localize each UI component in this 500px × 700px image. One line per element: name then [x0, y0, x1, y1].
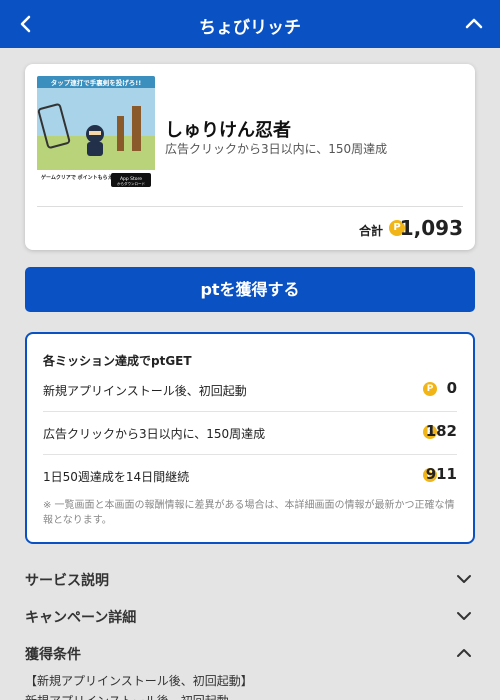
missions-panel: 各ミッション達成でptGET 新規アプリインストール後、初回起動 P 0 広告ク… [25, 332, 475, 544]
condition-heading: 【新規アプリインストール後、初回起動】 [25, 674, 253, 688]
get-points-button[interactable]: ptを獲得する [25, 267, 475, 312]
page-title: ちょびリッチ [199, 18, 301, 38]
app-header: ちょびリッチ [0, 0, 500, 48]
mission-row: 広告クリックから3日以内に、150周達成 P 182 [43, 413, 457, 455]
mission-label: 新規アプリインストール後、初回起動 [43, 384, 247, 398]
condition-text: 新規アプリインストール後、初回起動 [25, 692, 229, 700]
mission-label: 1日50週達成を14日間継続 [43, 470, 190, 484]
point-coin-icon: P [423, 382, 437, 396]
chevron-down-icon [457, 612, 471, 620]
chevron-up-icon [457, 649, 471, 657]
total-points: 1,093 [399, 216, 463, 240]
accordion-service-description[interactable]: サービス説明 [25, 567, 475, 591]
mission-row: 新規アプリインストール後、初回起動 P 0 [43, 370, 457, 412]
chevron-down-icon [457, 575, 471, 583]
accordion-campaign-details[interactable]: キャンペーン詳細 [25, 604, 475, 628]
offer-card: タップ連打で手裏剣を投げろ!! ゲームクリアで ポイントもらえる?! App S… [25, 64, 475, 250]
mission-row: 1日50週達成を14日間継続 P 911 [43, 456, 457, 498]
accordion-label: サービス説明 [25, 573, 109, 589]
divider [37, 206, 463, 207]
app-name: しゅりけん忍者 [165, 120, 291, 141]
missions-title: 各ミッション達成でptGET [43, 354, 192, 368]
accordion-label: 獲得条件 [25, 647, 81, 663]
accordion-acquisition-conditions[interactable]: 獲得条件 [25, 641, 475, 665]
banner-headline: タップ連打で手裏剣を投げろ!! [51, 78, 141, 87]
app-banner-image: タップ連打で手裏剣を投げろ!! ゲームクリアで ポイントもらえる?! App S… [37, 76, 155, 190]
app-description: 広告クリックから3日以内に、150周達成 [165, 142, 388, 156]
mission-points: 182 [425, 422, 457, 440]
banner-footer: ゲームクリアで ポイントもらえる?! [41, 174, 123, 181]
mission-label: 広告クリックから3日以内に、150周達成 [43, 427, 266, 441]
total-label: 合計 [358, 224, 383, 238]
chevron-up-icon[interactable] [462, 12, 486, 36]
disclaimer-note: ※ 一覧画面と本画面の報酬情報に差異がある場合は、本詳細画面の情報が最新かつ正確… [43, 500, 455, 526]
accordion-label: キャンペーン詳細 [25, 610, 137, 626]
store-badge-bottom: からダウンロード [117, 181, 145, 186]
mission-points: 0 [446, 379, 457, 397]
mission-points: 911 [425, 465, 457, 483]
